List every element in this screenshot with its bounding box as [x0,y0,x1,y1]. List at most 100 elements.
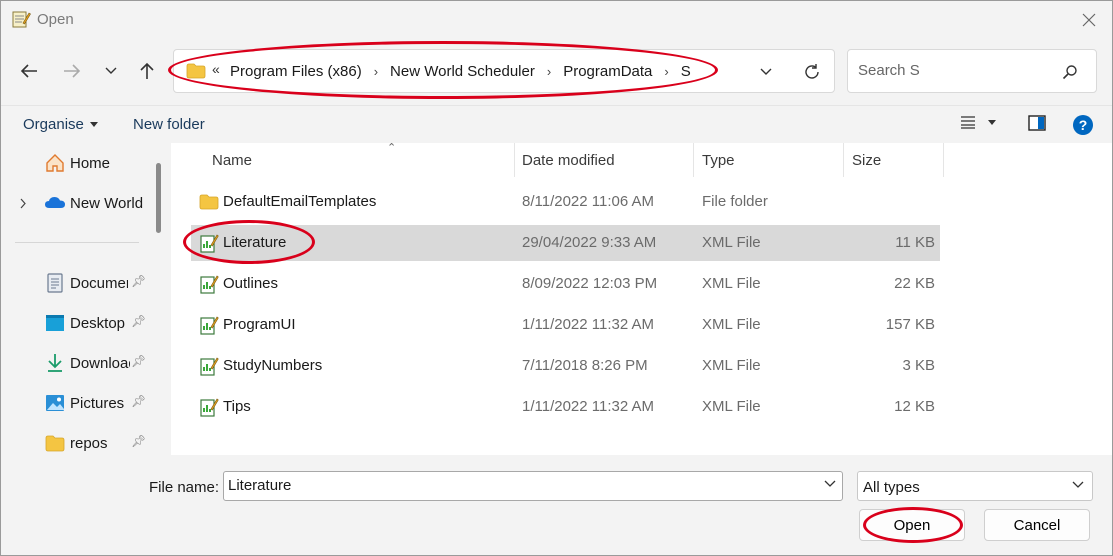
breadcrumb-item[interactable]: S [681,63,691,80]
title-bar: Open [1,1,1112,39]
organise-button[interactable]: Organise [23,116,98,133]
pictures-icon [46,395,64,411]
search-icon [1062,65,1077,80]
file-name: StudyNumbers [223,357,323,374]
file-date: 29/04/2022 9:33 AM [522,234,657,251]
sidebar-item-home[interactable]: Home [1,145,151,181]
file-name-field[interactable] [228,477,808,494]
file-type: XML File [702,357,761,374]
navigation-bar: « Program Files (x86) › New World Schedu… [1,39,1112,105]
column-header-name[interactable]: Name ⌃ [204,142,515,177]
folder-icon [199,194,219,210]
file-date: 1/11/2022 11:32 AM [522,398,655,415]
column-header-label: Type [702,151,735,169]
up-button[interactable] [133,57,161,85]
search-box[interactable] [847,49,1097,93]
breadcrumb-item[interactable]: ProgramData [563,63,652,80]
file-type: XML File [702,275,761,292]
file-date: 8/09/2022 12:03 PM [522,275,658,292]
file-size: 22 KB [894,275,935,292]
notepad-app-icon [12,11,31,28]
refresh-icon [805,64,819,79]
caret-down-icon [89,122,98,127]
file-size: 12 KB [894,398,935,415]
window-title: Open [37,11,74,28]
help-button[interactable]: ? [1073,115,1093,135]
preview-pane-icon [1028,115,1046,131]
file-type: XML File [702,316,761,333]
sidebar-item-repos[interactable]: repos 📌︎ [1,425,151,455]
list-view-icon [961,116,975,129]
xml-file-icon [200,398,219,417]
organise-label: Organise [23,116,84,133]
breadcrumb-separator-icon[interactable]: › [664,64,668,79]
help-icon: ? [1073,115,1093,135]
refresh-button[interactable] [800,61,824,83]
sidebar-item-documents[interactable]: Documents 📌︎ [1,265,151,301]
address-overflow-chevron[interactable]: « [212,61,220,77]
search-input[interactable] [858,62,1058,79]
cancel-button[interactable]: Cancel [984,509,1090,541]
sidebar-item-label: Downloads [70,354,130,372]
close-button[interactable] [1076,7,1102,33]
folder-icon [186,63,206,79]
file-name: DefaultEmailTemplates [223,193,377,210]
list-item[interactable]: Outlines 8/09/2022 12:03 PM XML File 22 … [191,266,940,302]
file-type-value: All types [863,479,920,496]
sidebar-item-desktop[interactable]: Desktop 📌︎ [1,305,151,341]
list-item[interactable]: ProgramUI 1/11/2022 11:32 AM XML File 15… [191,307,940,343]
file-name: Tips [223,398,251,415]
home-icon [46,154,64,172]
breadcrumb: Program Files (x86) › New World Schedule… [230,63,691,80]
column-header-date[interactable]: Date modified [514,143,694,177]
sidebar-item-onedrive[interactable]: New World [1,185,151,221]
list-item[interactable]: Tips 1/11/2022 11:32 AM XML File 12 KB [191,389,940,425]
back-button[interactable] [15,57,43,85]
preview-pane-button[interactable] [1028,115,1046,131]
chevron-down-icon [105,67,117,74]
breadcrumb-separator-icon[interactable]: › [547,64,551,79]
sidebar-item-label: Home [70,154,111,172]
sidebar-item-downloads[interactable]: Downloads 📌︎ [1,345,151,381]
breadcrumb-item[interactable]: New World Scheduler [390,63,535,80]
pin-icon: 📌︎ [131,394,147,408]
column-header-size[interactable]: Size [844,143,944,177]
svg-text:?: ? [1079,117,1088,133]
file-name: Literature [223,234,287,251]
sort-ascending-icon: ⌃ [387,142,397,154]
file-name-pane: File name: All types Open Cancel [1,455,1112,555]
chevron-down-icon[interactable] [824,479,836,489]
file-name-combobox[interactable] [223,471,843,501]
sidebar-item-label: New World [70,194,144,212]
command-bar: Organise New folder ? [1,105,1112,143]
download-icon [48,354,62,372]
desktop-icon [46,315,64,331]
chevron-down-icon [760,68,772,75]
breadcrumb-item[interactable]: Program Files (x86) [230,63,362,80]
pin-icon: 📌︎ [131,434,147,448]
pin-icon: 📌︎ [131,274,147,288]
list-item[interactable]: StudyNumbers 7/11/2018 8:26 PM XML File … [191,348,940,384]
open-button[interactable]: Open [859,509,965,541]
breadcrumb-separator-icon[interactable]: › [374,64,378,79]
sidebar-item-pictures[interactable]: Pictures 📌︎ [1,385,151,421]
folder-icon [45,435,65,452]
column-header-type[interactable]: Type [694,143,844,177]
address-history-button[interactable] [754,62,778,82]
file-date: 7/11/2018 8:26 PM [522,357,648,374]
xml-file-icon [200,234,219,253]
address-bar[interactable]: « Program Files (x86) › New World Schedu… [173,49,835,93]
sidebar-scrollbar-thumb[interactable] [156,163,161,233]
new-folder-button[interactable]: New folder [133,116,205,133]
sidebar-item-label: Desktop [70,314,126,332]
new-folder-label: New folder [133,116,205,133]
list-item[interactable]: Literature 29/04/2022 9:33 AM XML File 1… [191,225,940,261]
chevron-down-icon [1072,481,1084,488]
forward-button[interactable] [58,57,86,85]
recent-locations-button[interactable] [97,57,125,85]
onedrive-cloud-icon [45,197,65,208]
list-item[interactable]: DefaultEmailTemplates 8/11/2022 11:06 AM… [191,184,940,220]
arrow-right-icon [64,64,81,78]
file-type-select[interactable]: All types [857,471,1093,501]
change-view-button[interactable] [960,115,996,129]
